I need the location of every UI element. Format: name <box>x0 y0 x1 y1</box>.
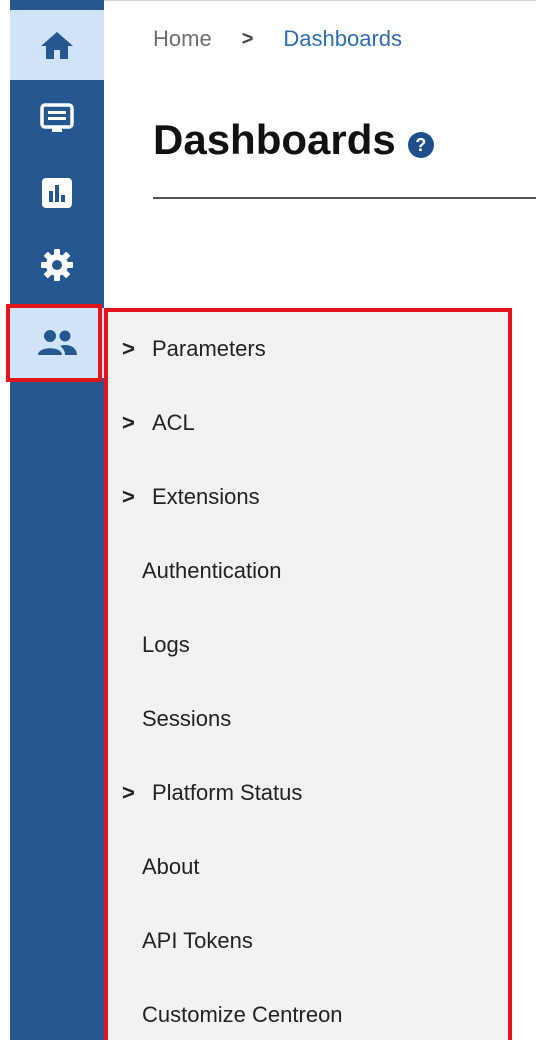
chevron-right-icon: > <box>122 410 135 435</box>
menu-item-label: Extensions <box>152 484 260 509</box>
chevron-right-icon: > <box>122 484 135 509</box>
breadcrumb-home-link[interactable]: Home <box>153 26 212 52</box>
administration-submenu: > Parameters > ACL > Extensions Authenti… <box>104 308 512 1040</box>
sidebar-item-monitoring[interactable] <box>10 84 104 154</box>
menu-item-label: Customize Centreon <box>142 1002 343 1027</box>
menu-item-about[interactable]: About <box>108 830 508 904</box>
menu-item-label: About <box>142 854 200 879</box>
menu-item-label: Platform Status <box>152 780 303 805</box>
sidebar-item-home[interactable] <box>10 10 104 80</box>
left-edge <box>0 0 10 1040</box>
sidebar <box>10 0 104 1040</box>
menu-item-label: Authentication <box>142 558 282 583</box>
sidebar-item-administration[interactable] <box>10 308 104 378</box>
menu-item-label: ACL <box>152 410 195 435</box>
home-icon <box>40 30 74 60</box>
menu-item-sessions[interactable]: Sessions <box>108 682 508 756</box>
menu-item-authentication[interactable]: Authentication <box>108 534 508 608</box>
breadcrumb-separator: > <box>241 27 254 50</box>
help-icon[interactable]: ? <box>407 132 434 158</box>
top-border <box>104 0 536 11</box>
gear-icon <box>40 248 74 282</box>
breadcrumb: Home > Dashboards <box>153 26 402 52</box>
menu-item-platform-status[interactable]: > Platform Status <box>108 756 508 830</box>
menu-item-parameters[interactable]: > Parameters <box>108 312 508 386</box>
title-divider <box>153 197 536 199</box>
menu-item-label: Sessions <box>142 706 232 731</box>
menu-item-label: API Tokens <box>142 928 253 953</box>
bar-chart-icon <box>41 177 73 209</box>
sidebar-item-reporting[interactable] <box>10 158 104 228</box>
breadcrumb-dashboards-link[interactable]: Dashboards <box>283 26 402 52</box>
menu-item-logs[interactable]: Logs <box>108 608 508 682</box>
menu-item-api-tokens[interactable]: API Tokens <box>108 904 508 978</box>
monitor-icon <box>40 103 74 135</box>
menu-item-acl[interactable]: > ACL <box>108 386 508 460</box>
page-title-row: Dashboards ? <box>153 116 434 164</box>
chevron-right-icon: > <box>122 336 135 361</box>
sidebar-item-configuration[interactable] <box>10 230 104 300</box>
menu-item-customize-centreon[interactable]: Customize Centreon <box>108 978 508 1052</box>
menu-item-label: Logs <box>142 632 190 657</box>
menu-item-label: Parameters <box>152 336 266 361</box>
users-icon <box>36 328 78 358</box>
chevron-right-icon: > <box>122 780 135 805</box>
menu-item-extensions[interactable]: > Extensions <box>108 460 508 534</box>
page-title: Dashboards <box>153 116 396 163</box>
